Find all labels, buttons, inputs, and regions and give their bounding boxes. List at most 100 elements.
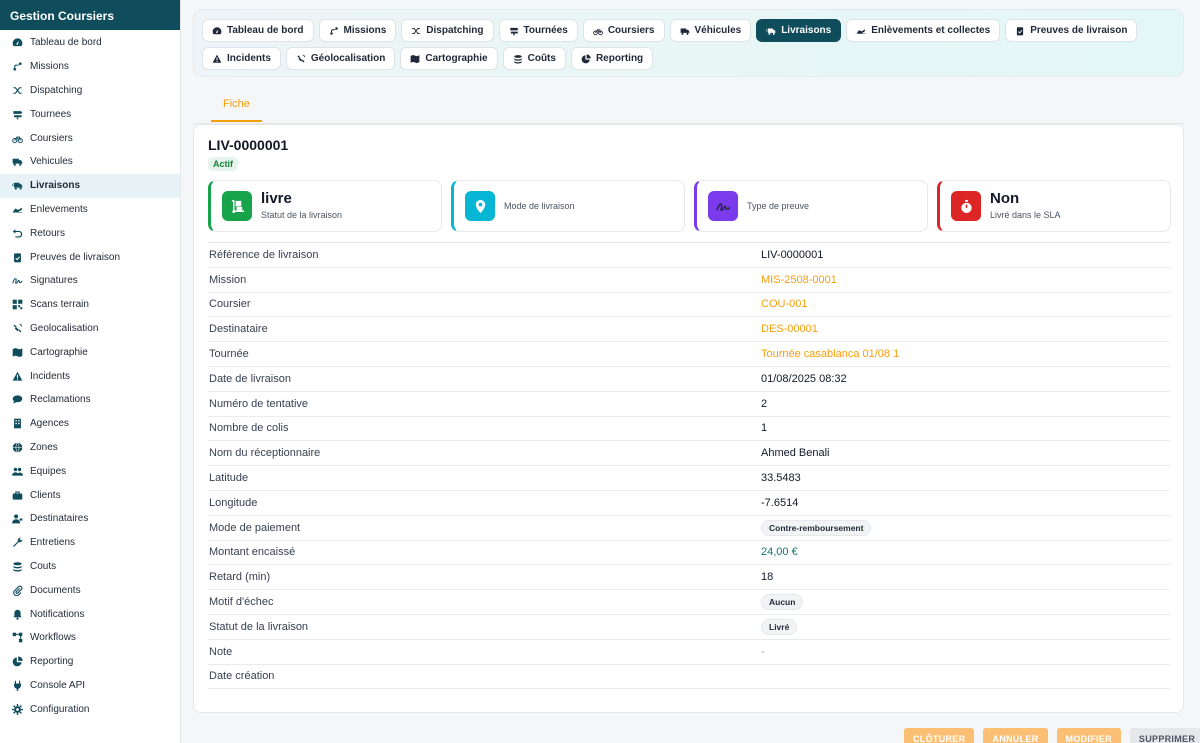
tab-vehicules[interactable]: Véhicules	[669, 19, 752, 42]
tab-label: Coursiers	[607, 25, 655, 36]
tab-label: Coûts	[527, 53, 556, 64]
supprimer-button[interactable]: SUPPRIMER	[1129, 728, 1200, 743]
comment-icon	[12, 394, 23, 405]
modifier-button[interactable]: MODIFIER	[1056, 728, 1121, 743]
sidebar-item-preuves-de-livraison[interactable]: Preuves de livraison	[0, 245, 180, 269]
field-value: 33.5483	[761, 472, 801, 485]
pie-chart-icon	[581, 53, 591, 64]
field-value[interactable]: DES-00001	[761, 323, 1170, 335]
value-pill: Contre-remboursement	[761, 519, 872, 536]
field-label: Mode de paiement	[209, 521, 301, 534]
sidebar-item-reporting[interactable]: Reporting	[0, 650, 180, 674]
sidebar-item-reclamations[interactable]: Reclamations	[0, 388, 180, 412]
sidebar-item-livraisons[interactable]: Livraisons	[0, 173, 180, 198]
tab-geolocalisation[interactable]: Géolocalisation	[285, 47, 396, 70]
coins-icon	[12, 561, 23, 572]
sidebar-item-agences[interactable]: Agences	[0, 412, 180, 436]
stat-label: Type de preuve	[747, 201, 810, 211]
tab-tournees[interactable]: Tournées	[498, 19, 578, 42]
sidebar-item-workflows[interactable]: Workflows	[0, 626, 180, 650]
workflow-icon	[12, 632, 23, 643]
sidebar-item-geolocalisation[interactable]: Geolocalisation	[0, 317, 180, 341]
sidebar-item-label: Notifications	[30, 608, 85, 620]
sidebar-item-tournees[interactable]: Tournees	[0, 102, 180, 126]
warning-icon	[212, 54, 222, 64]
sidebar-item-incidents[interactable]: Incidents	[0, 364, 180, 388]
tab-label: Tableau de bord	[227, 25, 304, 36]
sidebar-item-label: Tableau de bord	[30, 37, 102, 49]
tab-preuves-de-livraison[interactable]: Preuves de livraison	[1005, 19, 1138, 42]
field-value: 01/08/2025 08:32	[761, 372, 847, 385]
field-value: Aucun	[761, 594, 1170, 611]
field-value[interactable]: Tournée casablanca 01/08 1	[761, 348, 1170, 360]
sidebar-item-cartographie[interactable]: Cartographie	[0, 340, 180, 364]
tab-cartographie[interactable]: Cartographie	[400, 47, 498, 70]
field-value[interactable]: COU-001	[761, 298, 1170, 310]
dashboard-icon	[212, 26, 222, 36]
tab-label: Cartographie	[425, 53, 488, 64]
field-value: Ahmed Benali	[761, 447, 830, 460]
table-row: Mode de paiement Contre-remboursement	[208, 516, 1170, 541]
sidebar-item-equipes[interactable]: Equipes	[0, 459, 180, 483]
cloturer-button[interactable]: CLÔTURER	[904, 728, 975, 743]
sidebar-item-vehicules[interactable]: Vehicules	[0, 150, 180, 174]
return-icon	[12, 228, 23, 239]
tab-label: Missions	[343, 25, 387, 36]
sidebar-item-zones[interactable]: Zones	[0, 436, 180, 460]
tab-livraisons[interactable]: Livraisons	[756, 19, 842, 42]
tab-coursiers[interactable]: Coursiers	[582, 19, 665, 42]
sidebar-item-retours[interactable]: Retours	[0, 221, 180, 245]
sidebar-item-missions[interactable]: Missions	[0, 55, 180, 79]
table-row: Note -	[208, 640, 1170, 665]
sidebar-item-dispatching[interactable]: Dispatching	[0, 79, 180, 103]
sidebar-item-label: Retours	[30, 227, 66, 239]
truck-fast-icon	[12, 180, 23, 191]
tab-fiche[interactable]: Fiche	[211, 92, 262, 122]
sidebar-item-label: Preuves de livraison	[30, 251, 121, 263]
record-subtabs: Fiche	[193, 86, 1184, 124]
sidebar-item-documents[interactable]: Documents	[0, 578, 180, 602]
dolly-icon	[222, 191, 252, 221]
sidebar-menu: Tableau de bord Missions Dispatching Tourne…	[0, 30, 180, 721]
tab-dispatching[interactable]: Dispatching	[401, 19, 494, 42]
signpost-icon	[509, 26, 519, 36]
field-value[interactable]: MIS-2508-0001	[761, 274, 1170, 286]
satellite-icon	[296, 54, 306, 64]
field-label: Nombre de colis	[209, 422, 289, 435]
sidebar-item-configuration[interactable]: Configuration	[0, 697, 180, 721]
tab-missions[interactable]: Missions	[318, 19, 397, 42]
sidebar-item-console-api[interactable]: Console API	[0, 674, 180, 698]
sidebar-item-signatures[interactable]: Signatures	[0, 269, 180, 293]
tab-enlevements-et-collectes[interactable]: Enlèvements et collectes	[846, 19, 1001, 42]
table-row: Mission MIS-2508-0001	[208, 268, 1170, 293]
stat-value: Non	[990, 190, 1020, 207]
sidebar-item-couts[interactable]: Couts	[0, 555, 180, 579]
sidebar-item-enlevements[interactable]: Enlevements	[0, 198, 180, 222]
sidebar-item-coursiers[interactable]: Coursiers	[0, 126, 180, 150]
table-row: Tournée Tournée casablanca 01/08 1	[208, 342, 1170, 367]
sidebar-item-label: Reclamations	[30, 394, 91, 406]
sidebar-item-notifications[interactable]: Notifications	[0, 602, 180, 626]
status-badge: Actif	[208, 157, 238, 171]
map-icon	[410, 54, 420, 64]
field-label: Coursier	[209, 298, 251, 311]
field-label: Tournée	[209, 348, 249, 361]
annuler-button[interactable]: ANNULER	[983, 728, 1048, 743]
sidebar-item-label: Dispatching	[30, 84, 83, 96]
field-label: Motif d'échec	[209, 596, 274, 609]
tab-tableau-de-bord[interactable]: Tableau de bord	[202, 19, 314, 42]
sidebar-item-destinataires[interactable]: Destinataires	[0, 507, 180, 531]
table-row: Référence de livraison LIV-0000001	[208, 243, 1170, 268]
sidebar-item-tableau-de-bord[interactable]: Tableau de bord	[0, 31, 180, 55]
tab-incidents[interactable]: Incidents	[202, 47, 281, 70]
table-row: Date création	[208, 665, 1170, 690]
sidebar-item-entretiens[interactable]: Entretiens	[0, 531, 180, 555]
tab-label: Géolocalisation	[310, 53, 386, 64]
tab-couts[interactable]: Coûts	[502, 47, 566, 70]
sidebar-item-label: Couts	[30, 560, 57, 572]
dashboard-icon	[12, 37, 23, 48]
tab-reporting[interactable]: Reporting	[570, 47, 654, 70]
sidebar-item-scans-terrain[interactable]: Scans terrain	[0, 293, 180, 317]
globe-icon	[12, 442, 23, 453]
sidebar-item-clients[interactable]: Clients	[0, 483, 180, 507]
